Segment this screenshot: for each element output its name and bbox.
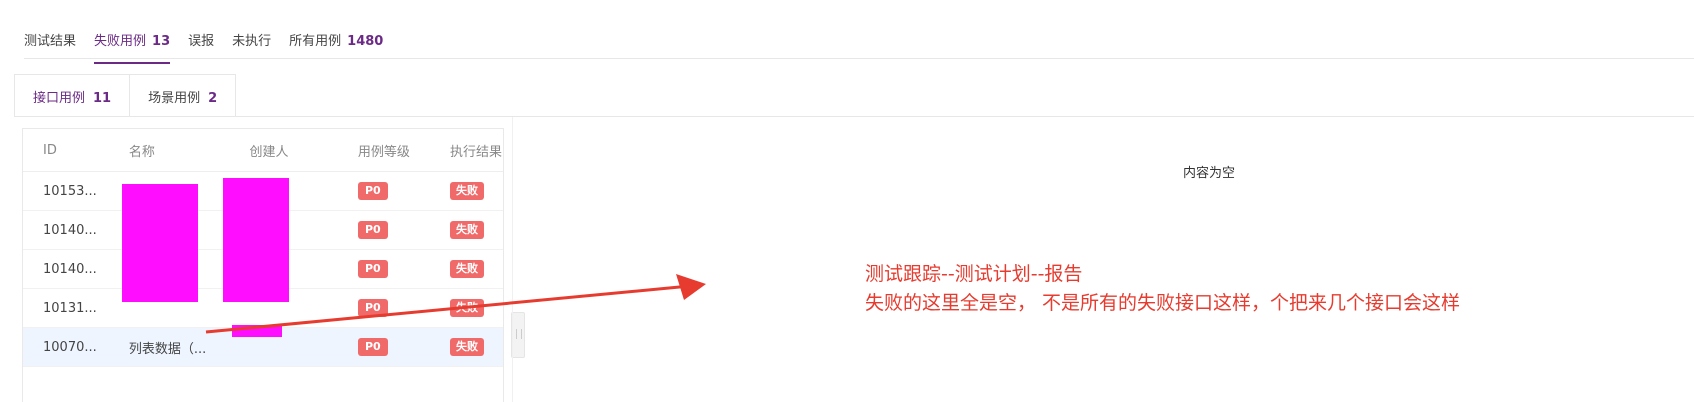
tab-label: 接口用例 bbox=[33, 91, 86, 106]
annotation-line2: 失败的这里全是空， 不是所有的失败接口这样，个把来几个接口会这样 bbox=[865, 292, 1461, 314]
tab-count: 2 bbox=[208, 91, 218, 106]
tab-label: 场景用例 bbox=[148, 91, 201, 106]
page: 测试结果 失败用例 13 误报 未执行 所有用例 1480 接口用例 11 场景用例 2… bbox=[0, 0, 1694, 402]
result-badge: 失败 bbox=[449, 299, 484, 317]
level-badge: P0 bbox=[357, 260, 388, 278]
header-name[interactable]: 名称 bbox=[108, 129, 230, 172]
tab-label: 所有用例 bbox=[289, 34, 342, 49]
empty-state-text: 内容为空 bbox=[1183, 166, 1236, 181]
tab-label: 失败用例 bbox=[94, 34, 147, 49]
tab-label: 测试结果 bbox=[24, 34, 77, 49]
redaction-block bbox=[223, 178, 289, 302]
cell-id: 10070... bbox=[23, 327, 109, 367]
result-badge: 失败 bbox=[449, 221, 484, 239]
tab-all-cases[interactable]: 所有用例 1480 bbox=[289, 24, 383, 58]
cell-id: 10140... bbox=[23, 249, 109, 289]
tab-count: 1480 bbox=[347, 34, 384, 49]
cell-name: 列表数据（... bbox=[108, 327, 230, 367]
cell-result: 失败 bbox=[429, 249, 503, 289]
cell-result: 失败 bbox=[429, 171, 503, 211]
cell-id: 10153... bbox=[23, 171, 109, 211]
redaction-block bbox=[232, 325, 282, 337]
level-badge: P0 bbox=[357, 221, 388, 239]
result-badge: 失败 bbox=[449, 338, 484, 356]
cell-level: P0 bbox=[337, 171, 430, 211]
level-badge: P0 bbox=[357, 182, 388, 200]
tab-not-executed[interactable]: 未执行 bbox=[232, 24, 271, 58]
cell-level: P0 bbox=[337, 288, 430, 328]
table-header-row: ID 名称 创建人 用例等级 执行结果 bbox=[23, 129, 503, 172]
cell-result: 失败 bbox=[429, 210, 503, 250]
result-badge: 失败 bbox=[449, 182, 484, 200]
header-id[interactable]: ID bbox=[23, 129, 109, 172]
header-creator[interactable]: 创建人 bbox=[229, 129, 338, 172]
cell-result: 失败 bbox=[429, 288, 503, 328]
tab-label: 未执行 bbox=[232, 34, 272, 49]
cell-result: 失败 bbox=[429, 327, 503, 367]
tab-interface-cases[interactable]: 接口用例 11 bbox=[14, 74, 131, 116]
level-badge: P0 bbox=[357, 299, 388, 317]
annotation-text: 测试跟踪--测试计划--报告 失败的这里全是空， 不是所有的失败接口这样，个把来… bbox=[865, 260, 1460, 318]
cell-id: 10131... bbox=[23, 288, 109, 328]
top-tabs: 测试结果 失败用例 13 误报 未执行 所有用例 1480 bbox=[24, 24, 383, 64]
cell-level: P0 bbox=[337, 249, 430, 289]
top-divider bbox=[24, 58, 1694, 59]
cell-level: P0 bbox=[337, 210, 430, 250]
redaction-block bbox=[122, 184, 198, 302]
tab-count: 13 bbox=[152, 34, 171, 49]
cell-id: 10140... bbox=[23, 210, 109, 250]
tab-false-positive[interactable]: 误报 bbox=[188, 24, 214, 58]
tab-failed-cases[interactable]: 失败用例 13 bbox=[94, 24, 171, 64]
tab-scenario-cases[interactable]: 场景用例 2 bbox=[129, 74, 237, 116]
sub-tabs: 接口用例 11 场景用例 2 bbox=[14, 74, 237, 116]
level-badge: P0 bbox=[357, 338, 388, 356]
tab-count: 11 bbox=[93, 91, 112, 106]
header-level[interactable]: 用例等级 bbox=[337, 129, 430, 172]
annotation-line1: 测试跟踪--测试计划--报告 bbox=[865, 263, 1083, 285]
tab-label: 误报 bbox=[188, 34, 215, 49]
cell-level: P0 bbox=[337, 327, 430, 367]
header-result[interactable]: 执行结果 bbox=[429, 129, 503, 172]
tab-test-results[interactable]: 测试结果 bbox=[24, 24, 76, 58]
result-badge: 失败 bbox=[449, 260, 484, 278]
